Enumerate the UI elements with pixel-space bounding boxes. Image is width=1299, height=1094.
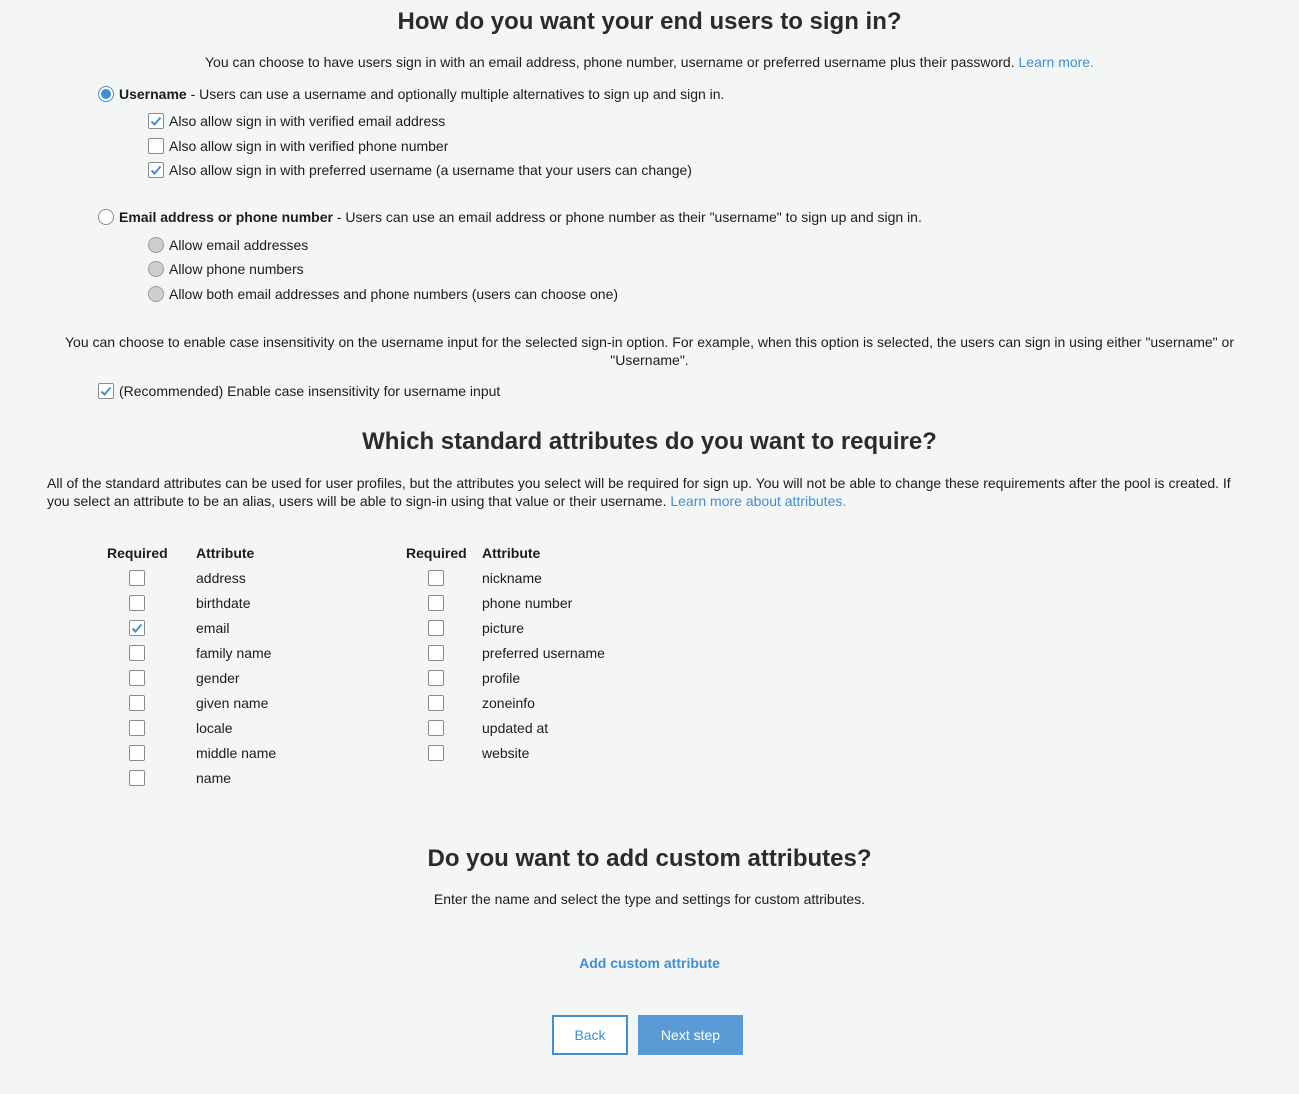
email-phone-radio[interactable] (98, 209, 114, 225)
custom-heading: Do you want to add custom attributes? (427, 845, 872, 872)
attribute-label-given-name: given name (196, 695, 269, 711)
attribute-label-locale: locale (196, 720, 233, 736)
username-sub-checkbox[interactable] (148, 113, 164, 129)
right-required-header: Required (406, 545, 467, 561)
learn-more-link[interactable]: Learn more. (1019, 54, 1094, 70)
right-attribute-header: Attribute (482, 545, 541, 561)
attribute-label-phone-number: phone number (482, 595, 573, 611)
case-insensitivity-option[interactable]: (Recommended) Enable case insensitivity … (98, 383, 500, 399)
left-required-header: Required (107, 545, 168, 561)
required-checkbox-picture[interactable] (428, 620, 444, 636)
case-insensitivity-note: You can choose to enable case insensitiv… (65, 334, 1234, 368)
username-sub-option[interactable]: Also allow sign in with verified email a… (148, 113, 445, 129)
attribute-label-preferred-username: preferred username (482, 645, 605, 661)
attributes-heading: Which standard attributes do you want to… (362, 428, 937, 455)
email-phone-sub-label: Allow both email addresses and phone num… (169, 286, 619, 302)
attribute-label-zoneinfo: zoneinfo (482, 695, 535, 711)
required-checkbox-website[interactable] (428, 745, 444, 761)
attribute-label-family-name: family name (196, 645, 272, 661)
email-phone-sub-radio[interactable] (148, 261, 164, 277)
attribute-label-address: address (196, 570, 246, 586)
required-checkbox-locale[interactable] (129, 720, 145, 736)
attribute-label-birthdate: birthdate (196, 595, 251, 611)
required-checkbox-name[interactable] (129, 770, 145, 786)
attribute-label-email: email (196, 620, 230, 636)
add-custom-attribute-link[interactable]: Add custom attribute (0, 955, 1299, 971)
custom-intro: Enter the name and select the type and s… (433, 891, 866, 907)
attribute-label-name: name (196, 770, 232, 786)
required-checkbox-preferred-username[interactable] (428, 645, 444, 661)
required-checkbox-middle-name[interactable] (129, 745, 145, 761)
email-phone-sub-option[interactable]: Allow both email addresses and phone num… (148, 286, 618, 302)
required-checkbox-given-name[interactable] (129, 695, 145, 711)
email-phone-option[interactable]: Email address or phone number - Users ca… (98, 209, 922, 225)
email-phone-sub-label: Allow phone numbers (169, 261, 304, 277)
left-attribute-header: Attribute (196, 545, 255, 561)
attributes-intro: All of the standard attributes can be us… (47, 475, 1231, 509)
username-option[interactable]: Username - Users can use a username and … (98, 86, 724, 102)
username-sub-checkbox[interactable] (148, 138, 164, 154)
required-checkbox-zoneinfo[interactable] (428, 695, 444, 711)
attribute-label-middle-name: middle name (196, 745, 277, 761)
signin-heading: How do you want your end users to sign i… (397, 8, 902, 35)
username-sub-option[interactable]: Also allow sign in with preferred userna… (148, 162, 692, 178)
email-phone-sub-label: Allow email addresses (169, 237, 309, 253)
username-radio[interactable] (98, 86, 114, 102)
signin-intro: You can choose to have users sign in wit… (205, 54, 1094, 70)
required-checkbox-gender[interactable] (129, 670, 145, 686)
next-step-button[interactable]: Next step (638, 1015, 743, 1055)
username-sub-label: Also allow sign in with preferred userna… (169, 162, 692, 178)
case-insensitivity-checkbox[interactable] (98, 383, 114, 399)
username-sub-option[interactable]: Also allow sign in with verified phone n… (148, 138, 448, 154)
required-checkbox-email[interactable] (129, 620, 145, 636)
email-phone-sub-radio[interactable] (148, 237, 164, 253)
attribute-label-gender: gender (196, 670, 240, 686)
attribute-label-updated-at: updated at (482, 720, 549, 736)
attribute-label-nickname: nickname (482, 570, 542, 586)
required-checkbox-phone-number[interactable] (428, 595, 444, 611)
attribute-label-profile: profile (482, 670, 521, 686)
email-phone-sub-radio[interactable] (148, 286, 164, 302)
email-phone-sub-option[interactable]: Allow email addresses (148, 237, 308, 253)
attribute-label-picture: picture (482, 620, 525, 636)
required-checkbox-birthdate[interactable] (129, 595, 145, 611)
learn-more-attributes-link[interactable]: Learn more about attributes. (670, 493, 846, 509)
back-button[interactable]: Back (552, 1015, 628, 1055)
email-phone-sub-option[interactable]: Allow phone numbers (148, 261, 304, 277)
required-checkbox-family-name[interactable] (129, 645, 145, 661)
required-checkbox-nickname[interactable] (428, 570, 444, 586)
required-checkbox-profile[interactable] (428, 670, 444, 686)
attribute-label-website: website (482, 745, 530, 761)
username-sub-label: Also allow sign in with verified phone n… (169, 138, 449, 154)
required-checkbox-updated-at[interactable] (428, 720, 444, 736)
username-sub-checkbox[interactable] (148, 162, 164, 178)
required-checkbox-address[interactable] (129, 570, 145, 586)
username-sub-label: Also allow sign in with verified email a… (169, 113, 446, 129)
